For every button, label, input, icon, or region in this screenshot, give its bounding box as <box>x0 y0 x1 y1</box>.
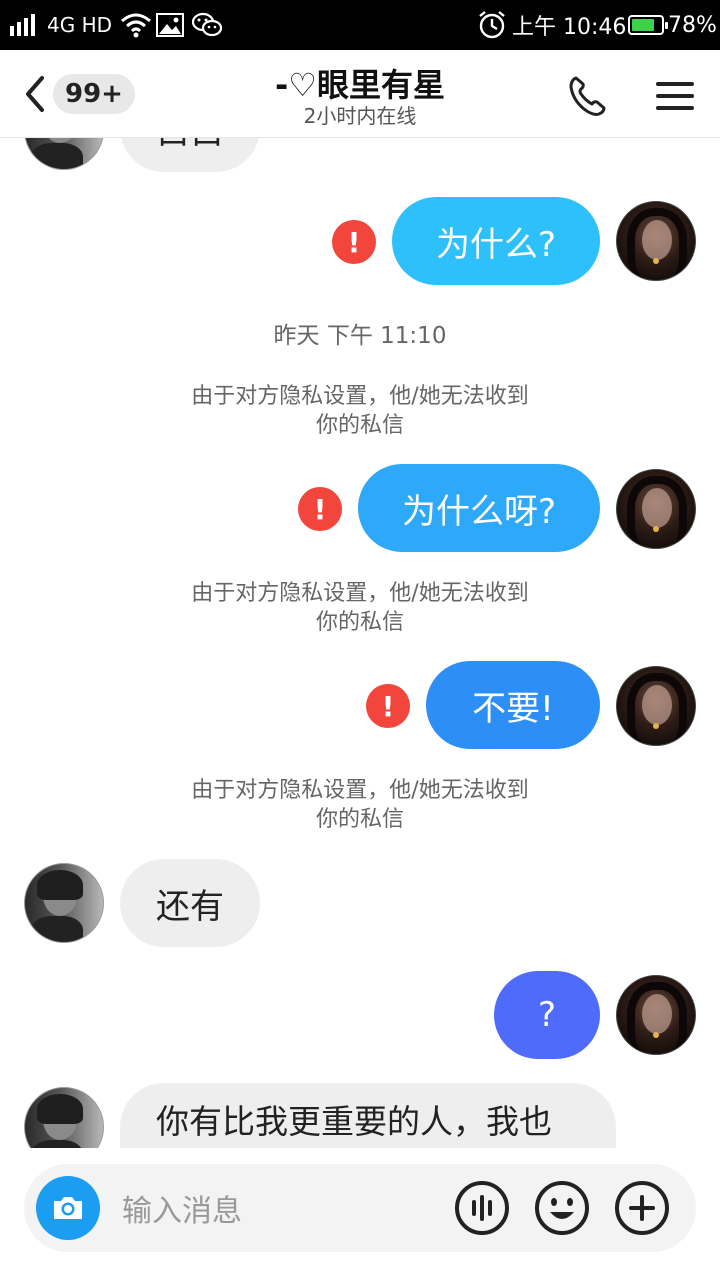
voice-icon[interactable] <box>454 1180 510 1236</box>
system-notice-line: 你的私信 <box>315 610 404 635</box>
my-avatar[interactable] <box>616 201 696 281</box>
plus-icon[interactable] <box>614 1180 670 1236</box>
send-failed-icon[interactable]: ! <box>332 220 376 264</box>
system-notice-line: 由于对方隐私设置，他/她无法收到 <box>191 581 529 606</box>
contact-avatar[interactable] <box>24 863 104 943</box>
system-notice-line: 由于对方隐私设置，他/她无法收到 <box>191 384 529 409</box>
timestamp: 昨天 下午 11:10 <box>273 323 447 349</box>
phone-icon[interactable] <box>566 74 610 118</box>
message-input[interactable]: 输入消息 <box>122 1184 442 1232</box>
my-avatar[interactable] <box>616 469 696 549</box>
system-notice: 由于对方隐私设置，他/她无法收到 你的私信 <box>160 382 560 440</box>
system-notice: 由于对方隐私设置，他/她无法收到 你的私信 <box>160 579 560 637</box>
system-notice: 由于对方隐私设置，他/她无法收到 你的私信 <box>160 776 560 834</box>
wifi-icon <box>120 0 152 50</box>
message-list[interactable]: 白白 ! 为什么? 昨天 下午 11:10 由于对方隐私设置，他/她无法收到 你… <box>0 138 720 1148</box>
outgoing-message[interactable]: 为什么? <box>392 197 600 285</box>
wechat-icon <box>192 0 222 50</box>
my-avatar[interactable] <box>616 975 696 1055</box>
outgoing-message[interactable]: 为什么呀? <box>358 464 600 552</box>
battery-percent: 78% <box>668 12 717 38</box>
alarm-icon <box>477 0 507 50</box>
incoming-message[interactable]: 还有 <box>120 859 260 947</box>
menu-icon[interactable] <box>654 78 698 114</box>
online-status: 2小时内在线 <box>303 104 417 128</box>
contact-avatar[interactable] <box>24 138 104 170</box>
signal-icon <box>10 0 40 50</box>
incoming-message[interactable]: 你有比我更重要的人，我也有比你更重要的人 <box>120 1083 616 1148</box>
contact-avatar[interactable] <box>24 1087 104 1148</box>
back-icon[interactable] <box>18 72 52 116</box>
camera-icon[interactable] <box>36 1176 100 1240</box>
outgoing-message[interactable]: 不要! <box>426 661 600 749</box>
send-failed-icon[interactable]: ! <box>366 684 410 728</box>
system-notice-line: 你的私信 <box>315 807 404 832</box>
emoji-icon[interactable] <box>534 1180 590 1236</box>
my-avatar[interactable] <box>616 666 696 746</box>
network-type: 4G HD <box>47 13 113 37</box>
incoming-message[interactable]: 白白 <box>120 138 260 172</box>
chat-header: 99+ -♡眼里有星 2小时内在线 <box>0 50 720 138</box>
message-input-bar: 输入消息 <box>24 1164 696 1252</box>
system-notice-line: 由于对方隐私设置，他/她无法收到 <box>191 778 529 803</box>
gallery-icon <box>156 0 184 50</box>
status-bar: 4G HD 上午 10:46 78% <box>0 0 720 50</box>
clock-time: 上午 10:46 <box>512 15 627 40</box>
battery-icon <box>628 0 668 50</box>
system-notice-line: 你的私信 <box>315 413 404 438</box>
send-failed-icon[interactable]: ! <box>298 487 342 531</box>
outgoing-message[interactable]: ? <box>494 971 600 1059</box>
unread-badge[interactable]: 99+ <box>53 74 135 114</box>
